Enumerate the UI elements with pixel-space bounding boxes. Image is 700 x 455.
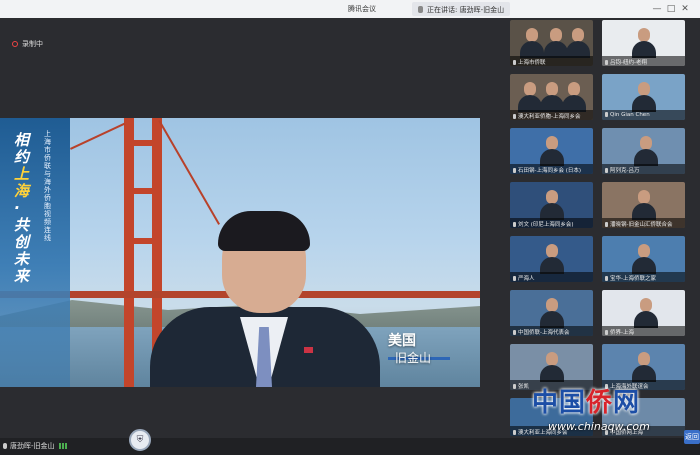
participant-name: 吕钧-纽约-老翔 [610,60,647,66]
close-button[interactable]: ✕ [680,4,690,14]
watermark-logo-part: 网 [613,388,641,418]
participant-tile[interactable]: 澳大利亚侨胞-上海同乡会 [510,74,593,120]
microphone-icon [605,276,608,281]
participant-name: 严海人 [518,276,535,282]
event-banner: 相约 上海 ·共创未来 上海市侨联与海外侨胞视频连线 [0,118,70,387]
participant-tile[interactable]: 刘文 (印尼上海同乡会) [510,182,593,228]
microphone-icon [513,168,516,173]
maximize-button[interactable]: □ [666,4,676,14]
watermark-url: www.chinaqw.com [548,420,650,433]
participant-tile[interactable]: 上海市侨联 [510,20,593,66]
minimize-button[interactable]: — [652,4,662,14]
active-participant-name: 唐劲晖-旧金山 [10,442,55,450]
city-label: 旧金山 [395,351,432,365]
participant-name: 潘晓钢-旧金山汇侨联合会 [610,222,673,228]
participant-tile[interactable]: 中国侨联-上海代表会 [510,290,593,336]
banner-headline-2: 上海 [14,165,30,200]
participant-name: 侨界-上海 [610,330,634,336]
banner-headline-3: ·共创未来 [14,199,30,285]
participant-name: 上海市侨联 [518,60,546,66]
microphone-icon [513,430,516,435]
participant-name: Qin Gian Chen [610,112,650,118]
recording-indicator: 录制中 [12,39,43,49]
watermark-logo: 中国侨网 [532,382,640,419]
participant-tile[interactable]: 吕钧-纽约-老翔 [602,20,685,66]
participant-name: 阿列克-吕万 [610,168,640,174]
microphone-icon [605,222,608,227]
signal-strength-icon [58,443,67,449]
bottom-bar: 唐劲晖-旧金山 [0,438,700,455]
banner-headline: 相约 上海 ·共创未来 [14,132,34,285]
watermark-logo-part: 侨 [586,388,614,418]
microphone-icon [418,6,423,13]
bridge-cable [70,122,126,150]
participant-tile[interactable]: 侨界-上海 [602,290,685,336]
main-stage: 录制中 相约 上海 ·共创未来 上海市侨联与海外侨胞视频连线 美国 旧金山 [0,18,484,438]
bridge-tower-beam [124,140,162,146]
participant-grid: 上海市侨联 吕钧-纽约-老翔 澳大利亚侨胞-上海同乡会 Qin Gian Che… [510,20,686,436]
participant-name: 石田钢-上海同乡会 (日本) [518,168,582,174]
watermark-logo-part: 中国 [532,388,587,418]
active-participant-label: 唐劲晖-旧金山 [3,441,67,451]
participant-name: 宝华-上海侨联之家 [610,276,656,282]
participant-tile[interactable]: 阿列克-吕万 [602,128,685,174]
speaker-hair [218,211,310,251]
participant-tile[interactable]: Qin Gian Chen [602,74,685,120]
participant-tile[interactable]: 严海人 [510,236,593,282]
banner-headline-1: 相约 [14,131,30,166]
participant-tile[interactable]: 潘晓钢-旧金山汇侨联合会 [602,182,685,228]
banner-subtitle: 上海市侨联与海外侨胞视频连线 [44,130,51,242]
shield-icon[interactable]: ⛨ [129,429,151,451]
microphone-icon [513,222,516,227]
participant-name: 张凯 [518,384,530,390]
participant-tile[interactable]: 石田钢-上海同乡会 (日本) [510,128,593,174]
microphone-icon [513,60,516,65]
microphone-icon [513,114,516,119]
active-speaker-label: 正在讲话: 唐劲晖-旧金山 [427,6,505,14]
window-controls: — □ ✕ [652,4,692,14]
microphone-icon [605,168,608,173]
participant-name: 中国侨联-上海代表会 [518,330,570,336]
flag-pin-icon [304,347,313,353]
participant-tile[interactable]: 宝华-上海侨联之家 [602,236,685,282]
microphone-icon [513,276,516,281]
microphone-icon [605,330,608,335]
bridge-tower-beam [124,188,162,194]
participant-name: 澳大利亚侨胞-上海同乡会 [518,114,581,120]
recording-label: 录制中 [22,40,43,48]
bridge-cable [158,120,220,225]
speaker-figure [150,211,380,387]
microphone-icon [605,60,608,65]
country-text: 美国 [388,333,416,349]
return-button[interactable]: 返回 [684,430,700,444]
main-video[interactable]: 相约 上海 ·共创未来 上海市侨联与海外侨胞视频连线 美国 旧金山 [0,118,480,387]
bridge-tower-left [124,118,134,387]
microphone-icon [513,384,516,389]
app-title: 腾讯会议 [348,5,376,13]
microphone-icon [3,443,7,449]
active-speaker-indicator: 正在讲话: 唐劲晖-旧金山 [412,2,511,16]
microphone-icon [513,330,516,335]
participant-name: 刘文 (印尼上海同乡会) [518,222,574,228]
record-icon [12,41,18,47]
microphone-icon [605,112,608,117]
title-bar: 腾讯会议 正在讲话: 唐劲晖-旧金山 — □ ✕ [0,0,700,18]
